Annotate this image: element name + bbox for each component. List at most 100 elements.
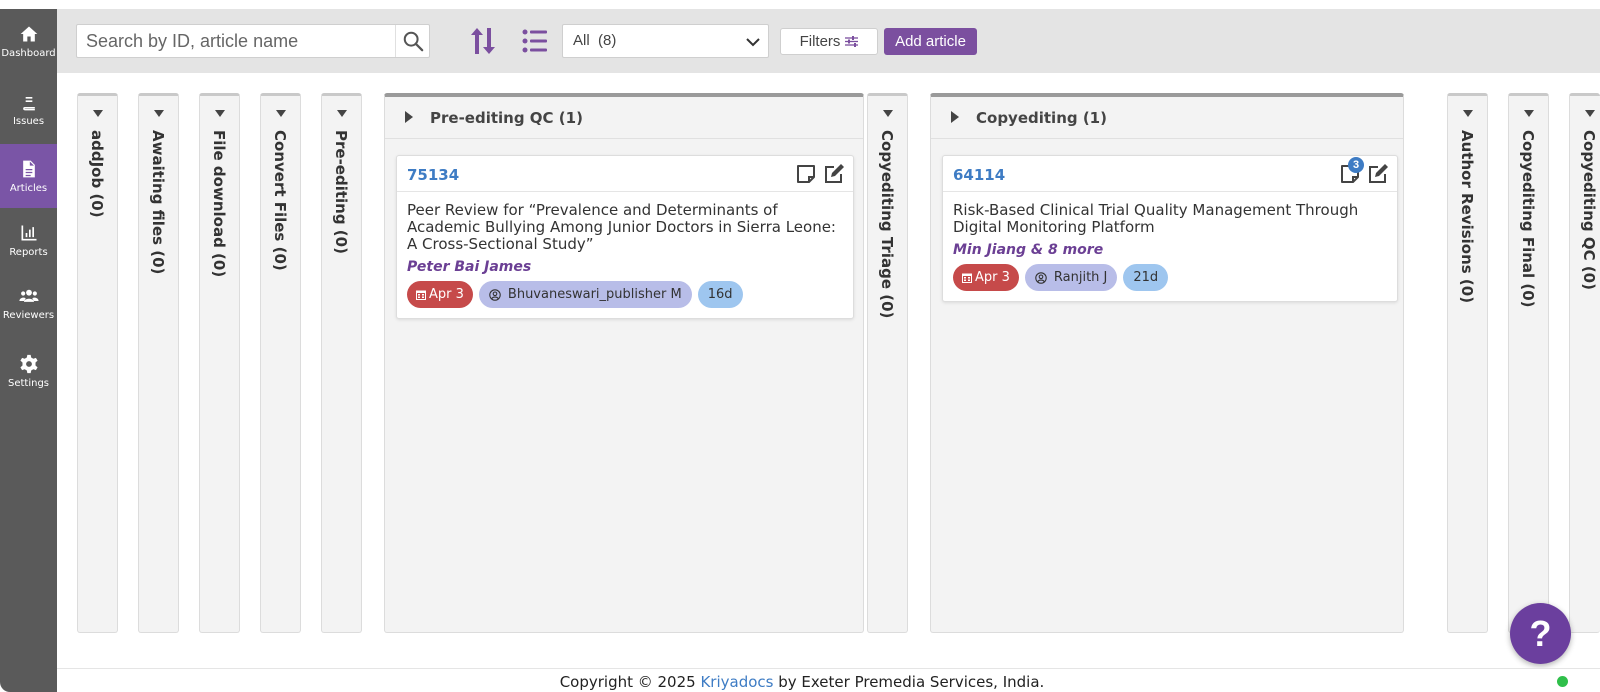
column-title: Convert Files (0) bbox=[271, 130, 289, 271]
sidebar-item-issues[interactable]: Issues bbox=[0, 77, 57, 141]
column-title: Pre-editing (0) bbox=[332, 130, 350, 254]
calendar-icon bbox=[416, 290, 426, 300]
column-copyediting-triage[interactable]: Copyediting Triage (0) bbox=[867, 93, 908, 633]
article-title[interactable]: Peer Review for “Prevalence and Determin… bbox=[407, 202, 843, 253]
caret-down-icon bbox=[1463, 110, 1473, 117]
edit-icon bbox=[825, 164, 844, 183]
assignee-name: Ranjith J bbox=[1053, 270, 1108, 285]
caret-right-icon bbox=[405, 111, 413, 123]
caret-down-icon bbox=[276, 110, 286, 117]
assignee-tag: Ranjith J bbox=[1024, 264, 1118, 291]
gear-icon bbox=[19, 354, 38, 373]
days-tag: 16d bbox=[697, 281, 743, 308]
search-box bbox=[76, 24, 430, 58]
file-icon bbox=[22, 160, 35, 177]
column-addjob[interactable]: addJob (0) bbox=[77, 93, 118, 633]
calendar-icon bbox=[962, 273, 972, 283]
sidebar-item-label: Issues bbox=[12, 115, 45, 127]
assignee-tag: Bhuvaneswari_publisher M bbox=[478, 281, 692, 308]
filters-button[interactable]: Filters bbox=[780, 28, 878, 55]
column-title: Copyediting Final (0) bbox=[1519, 130, 1537, 308]
article-id-link[interactable]: 64114 bbox=[953, 166, 1005, 184]
column-copyediting: Copyediting (1) 64114 3 Risk-Based Clini… bbox=[930, 93, 1404, 633]
view-select-value: All (8) bbox=[573, 32, 617, 49]
search-input[interactable] bbox=[77, 25, 397, 57]
column-title: Copyediting QC (0) bbox=[1580, 130, 1598, 290]
due-date-value: Apr 3 bbox=[429, 287, 464, 302]
top-strip bbox=[0, 0, 1600, 9]
caret-right-icon bbox=[951, 111, 959, 123]
sidebar-item-dashboard[interactable]: Dashboard bbox=[0, 9, 57, 73]
home-icon bbox=[20, 26, 37, 41]
article-author: Peter Bai James bbox=[407, 259, 532, 275]
sidebar-item-label: Settings bbox=[7, 377, 49, 389]
caret-down-icon bbox=[337, 110, 347, 117]
list-view-icon[interactable] bbox=[522, 28, 548, 54]
footer: Copyright © 2025 Kriyadocs by Exeter Pre… bbox=[57, 668, 1600, 692]
caret-down-icon bbox=[883, 110, 893, 117]
due-date-value: Apr 3 bbox=[975, 270, 1010, 285]
user-circle-icon bbox=[489, 288, 501, 301]
edit-button[interactable] bbox=[823, 163, 845, 185]
column-title: Copyediting Triage (0) bbox=[878, 130, 896, 319]
help-button[interactable]: ? bbox=[1510, 603, 1571, 664]
copyright-suffix: by Exeter Premedia Services, India. bbox=[773, 673, 1045, 691]
connection-status-dot bbox=[1557, 676, 1568, 687]
chevron-down-icon bbox=[746, 38, 760, 47]
edit-button[interactable] bbox=[1367, 163, 1389, 185]
copyright-text: Copyright © 2025 Kriyadocs by Exeter Pre… bbox=[57, 673, 1547, 691]
column-awaiting-files[interactable]: Awaiting files (0) bbox=[138, 93, 179, 633]
caret-down-icon bbox=[215, 110, 225, 117]
user-circle-icon bbox=[1035, 271, 1047, 284]
due-date-tag: Apr 3 bbox=[407, 281, 473, 308]
column-convert-files[interactable]: Convert Files (0) bbox=[260, 93, 301, 633]
kanban-board: addJob (0) Awaiting files (0) File downl… bbox=[57, 73, 1600, 668]
sidebar-item-reports[interactable]: Reports bbox=[0, 208, 57, 272]
kriyadocs-link[interactable]: Kriyadocs bbox=[700, 673, 773, 691]
sidebar-item-label: Reviewers bbox=[2, 309, 55, 321]
sidebar-item-articles[interactable]: Articles bbox=[0, 144, 57, 208]
article-id-link[interactable]: 75134 bbox=[407, 166, 459, 184]
note-icon bbox=[797, 165, 815, 183]
note-button[interactable] bbox=[795, 163, 817, 185]
sidebar-item-settings[interactable]: Settings bbox=[0, 339, 57, 403]
notes-count-badge: 3 bbox=[1348, 157, 1364, 173]
article-card[interactable]: 75134 Peer Review for “Prevalence and De… bbox=[396, 155, 854, 319]
article-author: Min Jiang & 8 more bbox=[953, 242, 1104, 258]
caret-down-icon bbox=[1585, 110, 1595, 117]
edit-icon bbox=[1369, 164, 1388, 183]
column-author-revisions[interactable]: Author Revisions (0) bbox=[1447, 93, 1488, 633]
due-date-tag: Apr 3 bbox=[953, 264, 1019, 291]
column-title: addJob (0) bbox=[88, 130, 106, 218]
sort-icon[interactable] bbox=[469, 26, 497, 56]
column-header[interactable]: Copyediting (1) bbox=[931, 97, 1403, 139]
users-icon bbox=[18, 289, 39, 302]
filters-label: Filters bbox=[799, 33, 841, 50]
caret-down-icon bbox=[1524, 110, 1534, 117]
column-pre-editing-qc: Pre-editing QC (1) 75134 Peer Review for… bbox=[384, 93, 864, 633]
column-title: Pre-editing QC (1) bbox=[430, 109, 583, 127]
column-title: Author Revisions (0) bbox=[1458, 130, 1476, 304]
search-button[interactable] bbox=[395, 25, 429, 57]
chart-icon bbox=[21, 225, 36, 240]
add-article-button[interactable]: Add article bbox=[884, 28, 977, 55]
column-copyediting-final[interactable]: Copyediting Final (0) bbox=[1508, 93, 1549, 633]
column-header[interactable]: Pre-editing QC (1) bbox=[385, 97, 863, 139]
note-button[interactable]: 3 bbox=[1339, 157, 1364, 185]
sliders-icon bbox=[845, 36, 859, 47]
days-tag: 21d bbox=[1123, 264, 1169, 291]
caret-down-icon bbox=[154, 110, 164, 117]
column-copyediting-qc[interactable]: Copyediting QC (0) bbox=[1569, 93, 1600, 633]
sidebar: Dashboard Issues Articles Reports Review… bbox=[0, 9, 57, 692]
column-pre-editing[interactable]: Pre-editing (0) bbox=[321, 93, 362, 633]
sidebar-item-reviewers[interactable]: Reviewers bbox=[0, 271, 57, 335]
article-title[interactable]: Risk-Based Clinical Trial Quality Manage… bbox=[953, 202, 1387, 236]
sidebar-item-label: Dashboard bbox=[1, 47, 56, 59]
column-title: Awaiting files (0) bbox=[149, 130, 167, 275]
article-card[interactable]: 64114 3 Risk-Based Clinical Trial Qualit… bbox=[942, 155, 1398, 302]
copyright-prefix: Copyright © 2025 bbox=[559, 673, 701, 691]
view-select[interactable]: All (8) bbox=[562, 24, 769, 58]
sidebar-item-label: Reports bbox=[9, 246, 48, 258]
book-icon bbox=[22, 93, 35, 110]
column-file-download[interactable]: File download (0) bbox=[199, 93, 240, 633]
